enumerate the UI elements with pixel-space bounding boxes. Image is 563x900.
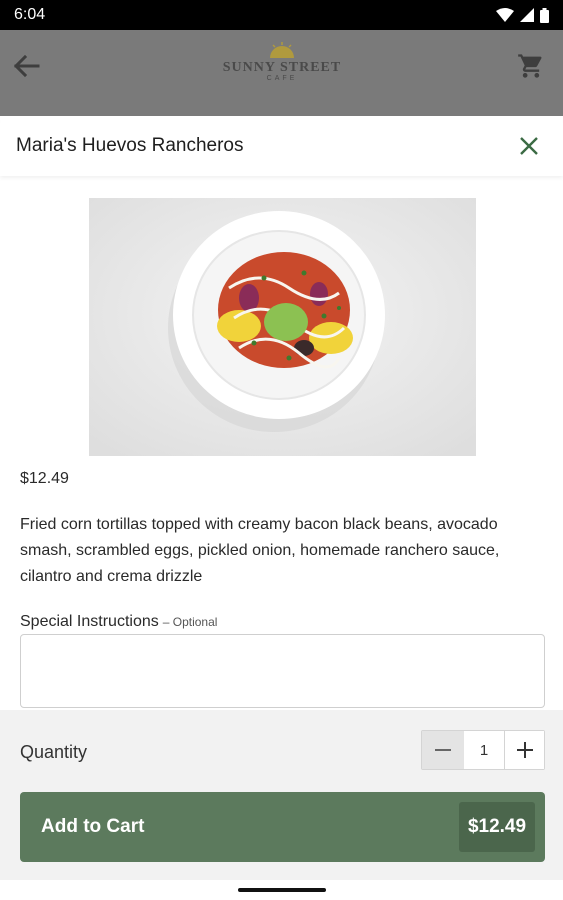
status-bar: 6:04 <box>0 0 563 30</box>
brand-logo: SUNNY STREET CAFE <box>220 42 344 92</box>
close-button[interactable] <box>515 132 543 160</box>
item-price: $12.49 <box>20 470 69 487</box>
item-detail-sheet: Maria's Huevos Rancheros $12.49 Fried co… <box>0 116 563 880</box>
back-button[interactable] <box>10 50 42 82</box>
quantity-label: Quantity <box>20 742 88 762</box>
add-to-cart-button[interactable]: Add to Cart $12.49 <box>20 792 545 862</box>
cart-action-panel: Quantity 1 Add to Cart $12.49 <box>0 710 563 880</box>
sun-logo-icon <box>270 42 294 58</box>
optional-hint: – Optional <box>162 615 218 629</box>
dish-illustration <box>89 198 476 456</box>
close-icon <box>520 137 538 155</box>
status-icons <box>496 7 549 23</box>
battery-icon <box>540 7 549 23</box>
logo-subtext: CAFE <box>266 75 298 82</box>
increase-quantity-button[interactable] <box>504 731 544 769</box>
instructions-label: Special Instructions – Optional <box>20 613 217 631</box>
add-to-cart-total: $12.49 <box>459 802 535 852</box>
cart-button[interactable] <box>517 52 545 80</box>
add-to-cart-label: Add to Cart <box>41 816 145 837</box>
app-header: SUNNY STREET CAFE <box>0 30 563 116</box>
quantity-stepper[interactable]: 1 <box>421 730 545 770</box>
item-photo <box>89 198 476 456</box>
system-nav-bar <box>0 880 563 900</box>
item-title: Maria's Huevos Rancheros <box>16 135 244 156</box>
wifi-icon <box>496 8 514 22</box>
special-instructions-input[interactable] <box>20 634 545 708</box>
quantity-value: 1 <box>464 731 504 769</box>
plus-icon <box>516 742 533 758</box>
minus-icon <box>435 749 451 751</box>
status-time: 6:04 <box>14 6 46 23</box>
sheet-header: Maria's Huevos Rancheros <box>0 116 563 176</box>
logo-text: SUNNY STREET <box>222 60 342 75</box>
instructions-label-text: Special Instructions <box>20 613 159 630</box>
signal-icon <box>520 8 534 22</box>
cart-icon <box>518 54 542 78</box>
home-indicator[interactable] <box>238 888 326 892</box>
back-arrow-icon <box>13 54 40 78</box>
item-description: Fried corn tortillas topped with creamy … <box>20 516 500 585</box>
decrease-quantity-button[interactable] <box>422 731 464 769</box>
